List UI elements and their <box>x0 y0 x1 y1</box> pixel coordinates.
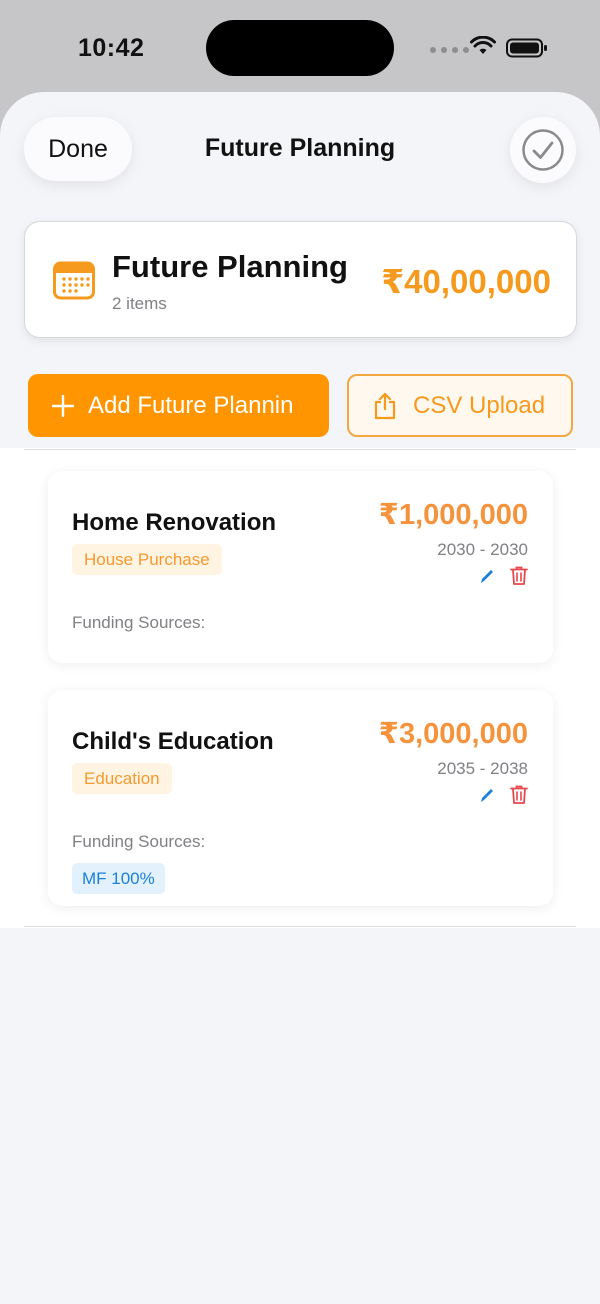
confirm-button[interactable] <box>510 117 576 183</box>
summary-total-amount: ₹40,00,000 <box>381 263 551 300</box>
nav-bar: Done Future Planning <box>0 92 600 212</box>
dynamic-island <box>206 20 394 76</box>
battery-icon <box>506 38 547 58</box>
trash-icon[interactable] <box>510 784 528 805</box>
goal-name: Home Renovation <box>72 509 277 536</box>
add-future-planning-button[interactable]: Add Future Plannin <box>28 374 329 437</box>
csv-button-label: CSV Upload <box>413 391 546 419</box>
summary-title: Future Planning <box>112 249 348 284</box>
goal-amount: ₹3,000,000 <box>378 718 528 750</box>
wifi-icon <box>470 36 496 54</box>
trash-icon[interactable] <box>510 565 528 586</box>
csv-upload-button[interactable]: CSV Upload <box>347 374 573 437</box>
goal-actions <box>479 784 528 805</box>
goal-years: 2030 - 2030 <box>437 540 528 559</box>
cellular-signal-icon <box>430 47 469 53</box>
sheet: Done Future Planning Future Planning 2 i… <box>0 92 600 1304</box>
checkmark-circle-icon <box>522 129 564 171</box>
calendar-icon <box>53 261 95 300</box>
plus-icon <box>52 394 74 417</box>
share-upload-icon <box>374 392 396 419</box>
pencil-icon[interactable] <box>479 786 495 804</box>
status-bar: 10:42 <box>0 0 600 92</box>
divider <box>24 926 576 927</box>
goal-card[interactable]: Home Renovation House Purchase ₹1,000,00… <box>48 471 553 663</box>
goal-category-tag: Education <box>72 763 172 794</box>
add-button-label: Add Future Plannin <box>88 391 294 419</box>
goal-card[interactable]: Child's Education Education ₹3,000,000 2… <box>48 690 553 906</box>
goal-name: Child's Education <box>72 728 274 755</box>
goal-category-tag: House Purchase <box>72 544 222 575</box>
funding-sources-label: Funding Sources: <box>72 613 206 632</box>
funding-source-chip: MF 100% <box>72 863 165 894</box>
funding-sources-label: Funding Sources: <box>72 832 206 851</box>
status-time: 10:42 <box>78 34 145 62</box>
goal-years: 2035 - 2038 <box>437 759 528 778</box>
summary-item-count: 2 items <box>112 294 167 313</box>
goal-actions <box>479 565 528 586</box>
pencil-icon[interactable] <box>479 567 495 585</box>
summary-card: Future Planning 2 items ₹40,00,000 <box>24 221 577 338</box>
divider <box>24 449 576 450</box>
goal-amount: ₹1,000,000 <box>378 499 528 531</box>
